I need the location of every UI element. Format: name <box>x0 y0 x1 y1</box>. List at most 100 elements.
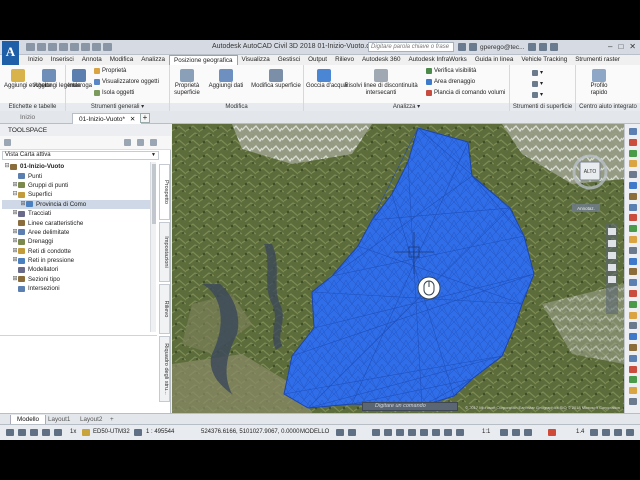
draw-tool-icon[interactable] <box>629 160 637 168</box>
profilo-rapido-button[interactable]: Profilo rapido <box>586 69 612 97</box>
exchange-icon[interactable] <box>538 43 547 51</box>
grid-icon[interactable] <box>6 429 14 436</box>
binoculars-icon[interactable] <box>458 43 466 51</box>
new-icon[interactable] <box>26 43 35 51</box>
hardware-accel-icon[interactable] <box>602 429 610 436</box>
user-icon[interactable] <box>469 43 477 51</box>
scale-mode[interactable]: 1x <box>70 429 76 435</box>
ribbon-tab-strumenti-raster[interactable]: Strumenti raster <box>571 55 624 65</box>
globe-icon[interactable] <box>82 429 90 436</box>
snap-mode-icon[interactable] <box>348 429 356 436</box>
draw-tool-icon[interactable] <box>629 322 637 330</box>
surface-tool-3[interactable]: ▾ <box>532 91 543 98</box>
maximize-button[interactable]: □ <box>618 42 623 51</box>
tree-item[interactable]: ⊞ Aree delimitate <box>2 228 152 237</box>
proprieta-superficie-button[interactable]: Proprietà superficie <box>172 69 202 97</box>
cart-icon[interactable] <box>527 43 536 51</box>
polar-tracking-icon[interactable] <box>384 429 392 436</box>
annotation-monitor-icon[interactable] <box>512 429 520 436</box>
proprieta-button[interactable]: Proprietà <box>94 68 126 74</box>
customization-icon[interactable] <box>626 429 634 436</box>
transparency-icon[interactable] <box>432 429 440 436</box>
options-icon[interactable] <box>124 139 131 146</box>
save-icon[interactable] <box>48 43 57 51</box>
lineweight-icon[interactable] <box>420 429 428 436</box>
object-snap-icon[interactable] <box>408 429 416 436</box>
osnap-icon[interactable] <box>54 429 62 436</box>
app-logo[interactable]: A <box>2 41 19 66</box>
tab-inizio[interactable]: Inizio <box>14 113 41 124</box>
help-icon[interactable] <box>549 43 558 51</box>
plancia-comando-button[interactable]: Plancia di comando volumi <box>426 90 505 96</box>
selection-cycling-icon[interactable] <box>444 429 452 436</box>
undo-icon[interactable] <box>81 43 90 51</box>
tree-item[interactable]: ⊞ Drenaggi <box>2 237 152 246</box>
draw-tool-icon[interactable] <box>629 268 637 276</box>
tree-item[interactable]: ⊞ Sezioni tipo <box>2 275 152 284</box>
tree-scrollbar[interactable] <box>150 162 156 332</box>
visualizzatore-oggetti-button[interactable]: Visualizzatore oggetti <box>94 79 159 85</box>
redo-icon[interactable] <box>92 43 101 51</box>
snap-icon[interactable] <box>18 429 26 436</box>
command-line[interactable]: Digitare un comando <box>362 402 458 411</box>
vtab-rilievo[interactable]: Rilievo <box>159 284 170 334</box>
panel-icon[interactable] <box>4 139 11 146</box>
isola-oggetti-button[interactable]: Isola oggetti <box>94 90 134 96</box>
vtab-impostazioni[interactable]: Impostazioni <box>159 222 170 282</box>
modifica-superficie-button[interactable]: Modifica superficie <box>250 69 302 90</box>
ribbon-tab-analizza[interactable]: Analizza <box>137 55 169 65</box>
pin-icon[interactable] <box>134 429 142 436</box>
tree-item[interactable]: ⊞ Provincia di Como <box>2 199 152 209</box>
help-icon[interactable] <box>150 139 157 146</box>
ortho-mode-icon[interactable] <box>372 429 380 436</box>
units-icon[interactable] <box>524 429 532 436</box>
isolate-objects-icon[interactable] <box>590 429 598 436</box>
aggiungi-dati-button[interactable]: Aggiungi dati <box>206 69 246 90</box>
tree-item[interactable]: ⊟ 01-Inizio-Vuoto <box>2 162 152 171</box>
goccia-acqua-button[interactable]: Goccia d'acqua <box>306 69 347 90</box>
draw-tool-icon[interactable] <box>629 128 637 135</box>
area-drenaggio-button[interactable]: Area drenaggio <box>426 79 475 85</box>
verifica-visibilita-button[interactable]: Verifica visibilità <box>426 68 476 74</box>
notification-icon[interactable] <box>548 429 556 436</box>
navigation-bar[interactable] <box>606 224 618 314</box>
refresh-icon[interactable] <box>137 139 144 146</box>
draw-tool-icon[interactable] <box>629 149 637 157</box>
coordinate-system[interactable]: ED50-UTM32 <box>93 429 130 435</box>
isodraft-icon[interactable] <box>396 429 404 436</box>
ribbon-tab-gestisci[interactable]: Gestisci <box>274 55 304 65</box>
tree-item[interactable]: ⊟ Superfici <box>2 190 152 199</box>
tree-item[interactable]: Intersezioni <box>2 284 152 293</box>
draw-tool-icon[interactable] <box>629 279 637 287</box>
draw-tool-icon[interactable] <box>629 290 637 297</box>
surface-tool-2[interactable]: ▾ <box>532 80 543 87</box>
draw-tool-icon[interactable] <box>629 376 637 384</box>
ribbon-tab-rilievo[interactable]: Rilievo <box>331 55 358 65</box>
interroga-button[interactable]: Interroga <box>68 69 92 90</box>
ribbon-tab-posizione-geografica[interactable]: Posizione geografica <box>169 55 238 65</box>
draw-tool-icon[interactable] <box>629 236 637 243</box>
aggiungi-legenda-button[interactable]: Aggiungi legenda <box>34 69 80 90</box>
draw-tool-icon[interactable] <box>629 138 637 146</box>
tree-item[interactable]: ⊞ Tracciati <box>2 209 152 218</box>
workspace-icon[interactable] <box>500 429 508 436</box>
vtab-prospetto[interactable]: Prospetto <box>159 164 170 220</box>
ribbon-tab-guida-in-linea[interactable]: Guida in linea <box>471 55 518 65</box>
draw-tool-icon[interactable] <box>629 300 637 308</box>
user-name[interactable]: gperego@tec... <box>480 44 525 51</box>
draw-tool-icon[interactable] <box>629 214 637 222</box>
draw-tool-icon[interactable] <box>629 192 637 200</box>
scrollbar-thumb[interactable] <box>152 164 156 224</box>
surface-tool-1[interactable]: ▾ <box>532 69 543 76</box>
ribbon-tab-inserisci[interactable]: Inserisci <box>47 55 78 65</box>
ribbon-tab-vehicle-tracking[interactable]: Vehicle Tracking <box>517 55 571 65</box>
close-button[interactable]: ✕ <box>629 42 636 51</box>
draw-tool-icon[interactable] <box>629 333 637 341</box>
annotation-scale[interactable]: 1:1 <box>482 429 490 435</box>
print-icon[interactable] <box>70 43 79 51</box>
draw-tool-icon[interactable] <box>629 344 637 351</box>
minimize-button[interactable]: – <box>608 42 612 51</box>
space-toggle[interactable]: MODELLO <box>300 429 329 435</box>
draw-tool-icon[interactable] <box>629 354 637 362</box>
tree-item[interactable]: Linee caratteristiche <box>2 218 152 227</box>
